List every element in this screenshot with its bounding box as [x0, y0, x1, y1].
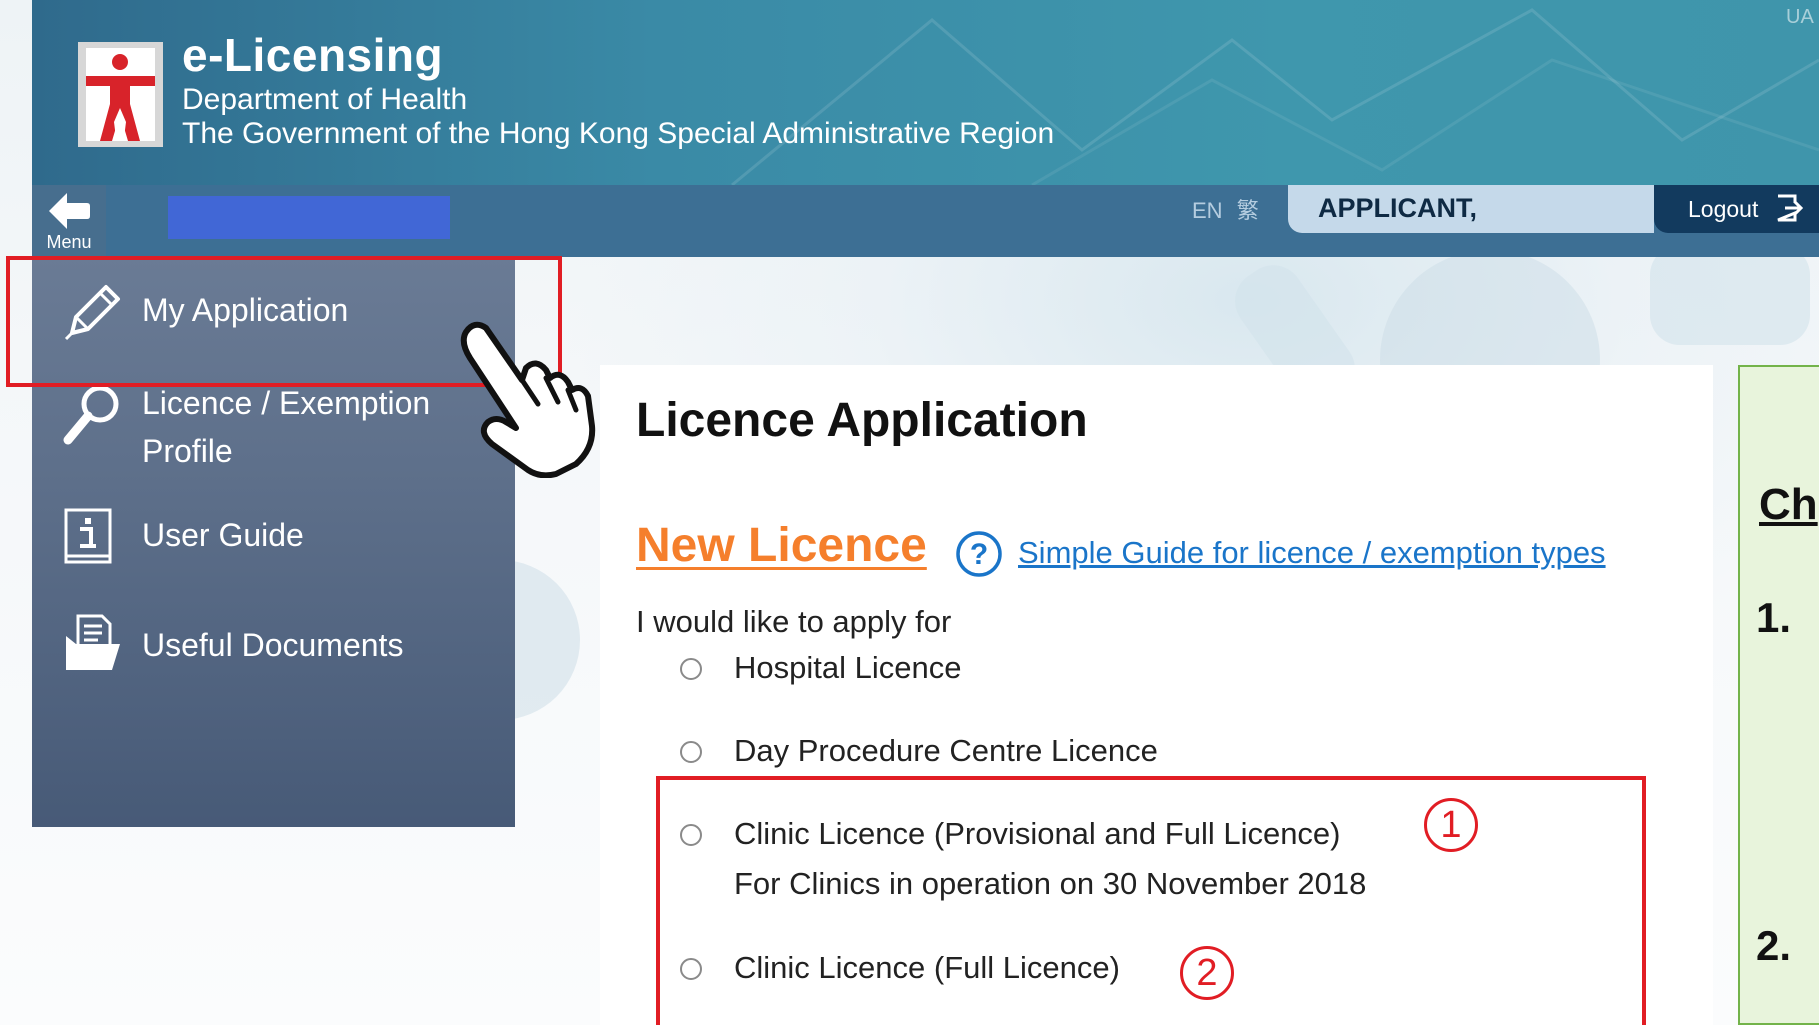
menu-label: Menu: [46, 232, 92, 252]
documents-folder-icon: [66, 614, 120, 670]
corner-code: UA: [1786, 6, 1814, 28]
lang-tc-link[interactable]: 繁: [1237, 198, 1259, 223]
logout-label: Logout: [1688, 196, 1759, 222]
department-name: Department of Health: [182, 83, 468, 116]
marker-number-1: 1: [1424, 798, 1478, 852]
menu-toggle-button[interactable]: Menu: [32, 185, 106, 257]
user-tab: APPLICANT,: [1288, 185, 1654, 233]
help-icon[interactable]: ?: [955, 530, 1003, 578]
marker-number-2: 2: [1180, 946, 1234, 1000]
sidebar-item-label: Useful Documents: [142, 627, 404, 663]
redacted-user-field: [168, 196, 450, 239]
magnifier-icon: [63, 385, 119, 445]
panel-heading: Ch: [1759, 480, 1818, 529]
sidebar-item-label: Profile: [142, 433, 233, 469]
app-title: e-Licensing: [182, 29, 444, 81]
sidebar-item-user-guide[interactable]: User Guide: [32, 502, 515, 582]
simple-guide-link[interactable]: Simple Guide for licence / exemption typ…: [1018, 535, 1606, 571]
sidebar-item-useful-documents[interactable]: Useful Documents: [32, 612, 515, 692]
sidebar-item-licence-profile[interactable]: Licence / Exemption Profile: [32, 382, 515, 482]
option-label: Hospital Licence: [734, 650, 962, 685]
panel-step-number: 1.: [1756, 594, 1792, 641]
svg-text:?: ?: [970, 538, 988, 571]
option-sub-label: For Clinics in operation on 30 November …: [734, 866, 1367, 901]
option-label: Day Procedure Centre Licence: [734, 733, 1158, 768]
radio-button[interactable]: [680, 741, 702, 763]
logout-icon: [1777, 194, 1803, 222]
logout-button[interactable]: Logout: [1654, 185, 1819, 233]
info-book-icon: [64, 508, 112, 564]
section-title: New Licence: [636, 519, 927, 572]
panel-step-number: 2.: [1756, 922, 1792, 969]
user-name: APPLICANT,: [1318, 193, 1478, 223]
apply-prompt: I would like to apply for: [636, 604, 952, 639]
radio-button[interactable]: [680, 824, 702, 846]
radio-button[interactable]: [680, 958, 702, 980]
sidebar-item-label: Licence / Exemption: [142, 385, 431, 421]
page-title: Licence Application: [636, 394, 1088, 447]
back-arrow-icon: [49, 193, 90, 229]
government-name: The Government of the Hong Kong Special …: [182, 117, 1055, 150]
option-label: Clinic Licence (Provisional and Full Lic…: [734, 816, 1341, 851]
radio-button[interactable]: [680, 658, 702, 680]
hand-pointer-icon: [460, 321, 596, 478]
language-switch: EN 繁: [1192, 193, 1259, 225]
sidebar-item-label: User Guide: [142, 517, 304, 553]
department-of-health-logo: [78, 42, 163, 147]
lang-en-link[interactable]: EN: [1192, 198, 1223, 223]
option-label: Clinic Licence (Full Licence): [734, 950, 1120, 985]
